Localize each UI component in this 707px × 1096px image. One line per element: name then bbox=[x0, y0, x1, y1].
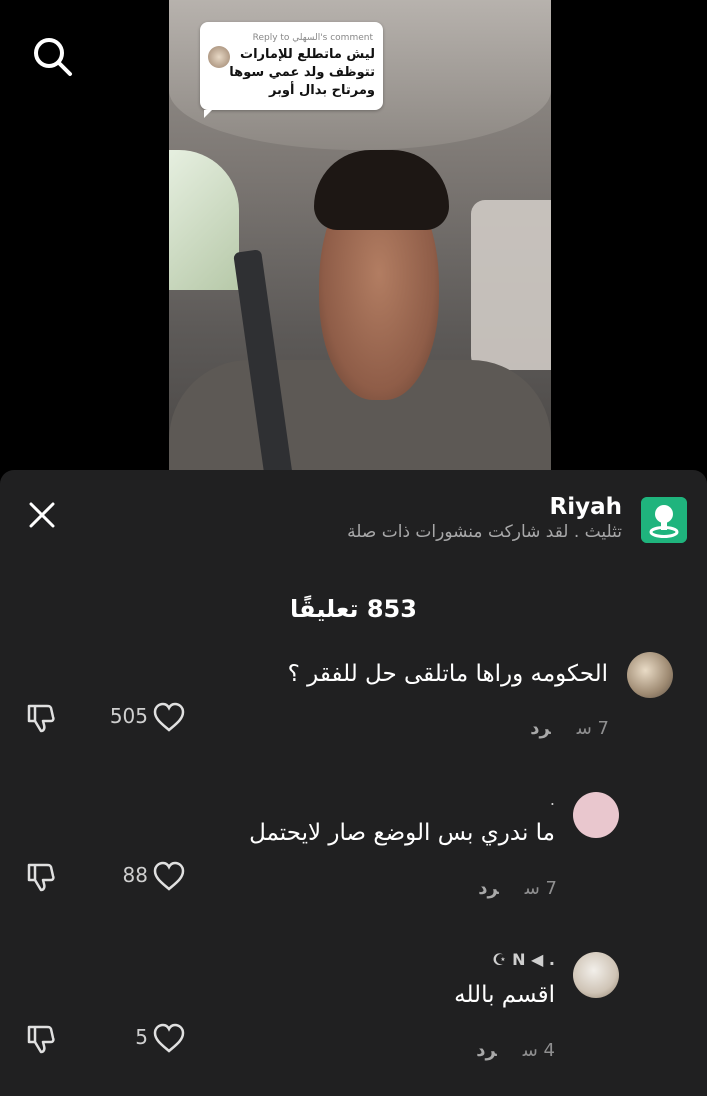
heart-icon[interactable] bbox=[152, 1022, 186, 1056]
heart-icon[interactable] bbox=[152, 860, 186, 894]
close-icon[interactable] bbox=[27, 500, 57, 530]
car-window bbox=[169, 150, 239, 290]
comment-text: ما ندري بس الوضع صار لايحتمل bbox=[249, 820, 555, 846]
reply-bubble[interactable]: Reply to السهلي's comment ليش ماتطلع للإ… bbox=[200, 22, 383, 118]
comment-meta: 7 س رد bbox=[530, 718, 609, 739]
comments-sheet: Riyah تثليث . لقد شاركت منشورات ذات صلة … bbox=[0, 470, 707, 1096]
comment-username: ☪ N ◀ . bbox=[492, 950, 555, 969]
dislike-icon[interactable] bbox=[24, 701, 58, 735]
reply-text: ليش ماتطلع للإمارات تتوظف ولد عمي سوها و… bbox=[229, 47, 375, 98]
avatar[interactable] bbox=[573, 952, 619, 998]
like-count: 505 bbox=[109, 704, 148, 728]
comment-meta: 7 س رد bbox=[478, 878, 557, 899]
sheet-subtitle: تثليث . لقد شاركت منشورات ذات صلة bbox=[347, 522, 622, 542]
comment-text: الحكومه وراها ماتلقى حل للفقر ؟ bbox=[287, 661, 608, 687]
comment-count: 853 تعليقًا bbox=[290, 595, 417, 623]
reply-button[interactable]: رد bbox=[530, 718, 550, 739]
avatar[interactable] bbox=[627, 652, 673, 698]
comment-time: 7 س bbox=[524, 878, 557, 899]
reply-button[interactable]: رد bbox=[476, 1040, 496, 1061]
comment-time: 4 س bbox=[522, 1040, 555, 1061]
like-count: 5 bbox=[135, 1025, 148, 1049]
video-player[interactable]: Reply to السهلي's comment ليش ماتطلع للإ… bbox=[169, 0, 551, 470]
location-app-icon[interactable] bbox=[641, 497, 687, 543]
sheet-title: Riyah bbox=[549, 494, 622, 520]
dislike-icon[interactable] bbox=[24, 1022, 58, 1056]
car-seat bbox=[471, 200, 551, 370]
comment-meta: 4 س رد bbox=[476, 1040, 555, 1061]
reply-label: Reply to السهلي's comment bbox=[252, 33, 373, 43]
comment-username: . bbox=[549, 790, 555, 809]
avatar[interactable] bbox=[573, 792, 619, 838]
person-hair bbox=[314, 150, 449, 230]
like-count: 88 bbox=[122, 863, 148, 887]
reply-button[interactable]: رد bbox=[478, 878, 498, 899]
heart-icon[interactable] bbox=[152, 701, 186, 735]
search-icon[interactable] bbox=[30, 34, 74, 78]
comment-text: اقسم بالله bbox=[454, 982, 555, 1008]
dislike-icon[interactable] bbox=[24, 860, 58, 894]
comment-time: 7 س bbox=[576, 718, 609, 739]
